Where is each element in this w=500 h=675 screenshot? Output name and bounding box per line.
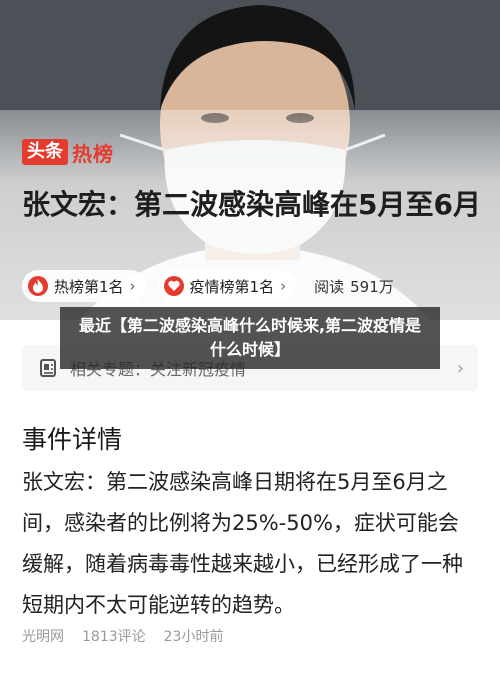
epidemic-list-rank-label: 疫情榜第1名 — [189, 277, 275, 296]
hot-list-rank-label: 热榜第1名 — [54, 277, 124, 296]
heart-shield-icon — [163, 276, 184, 296]
read-count: 阅读 591万 — [314, 276, 394, 297]
event-details-heading: 事件详情 — [22, 425, 123, 454]
brand-tag: 头条 — [22, 139, 68, 165]
hot-list-rank-pill[interactable]: 热榜第1名 › — [22, 270, 146, 302]
hero-banner[interactable]: 头条 热榜 张文宏：第二波感染高峰在5月至6月 热榜第1名 › 疫情榜第1名 ›… — [0, 0, 500, 320]
flame-icon — [28, 276, 48, 296]
article-source[interactable]: 光明网 — [22, 626, 64, 646]
toutiao-hot-list-logo: 头条 热榜 — [22, 137, 114, 167]
article-comments[interactable]: 1813评论 — [82, 626, 146, 646]
brand-text: 热榜 — [72, 141, 114, 166]
document-icon — [40, 359, 56, 377]
read-count-value: 591万 — [350, 277, 394, 296]
hero-pills: 热榜第1名 › 疫情榜第1名 › 阅读 591万 — [22, 270, 394, 302]
article-time: 23小时前 — [163, 629, 224, 645]
chevron-right-icon: › — [129, 277, 136, 295]
hero-title: 张文宏：第二波感染高峰在5月至6月 — [22, 188, 481, 221]
event-details-body: 张文宏：第二波感染高峰日期将在5月至6月之间，感染者的比例将为25%-50%，症… — [22, 470, 463, 617]
epidemic-list-rank-pill[interactable]: 疫情榜第1名 › — [157, 270, 297, 302]
article-meta: 光明网 1813评论 23小时前 — [22, 626, 223, 646]
read-count-label: 阅读 — [314, 277, 345, 296]
chevron-right-icon: › — [280, 277, 287, 295]
chevron-right-icon: › — [456, 357, 464, 379]
caption-overlay: 最近【第二波感染高峰什么时候来,第二波疫情是什么时候】 — [60, 307, 440, 369]
